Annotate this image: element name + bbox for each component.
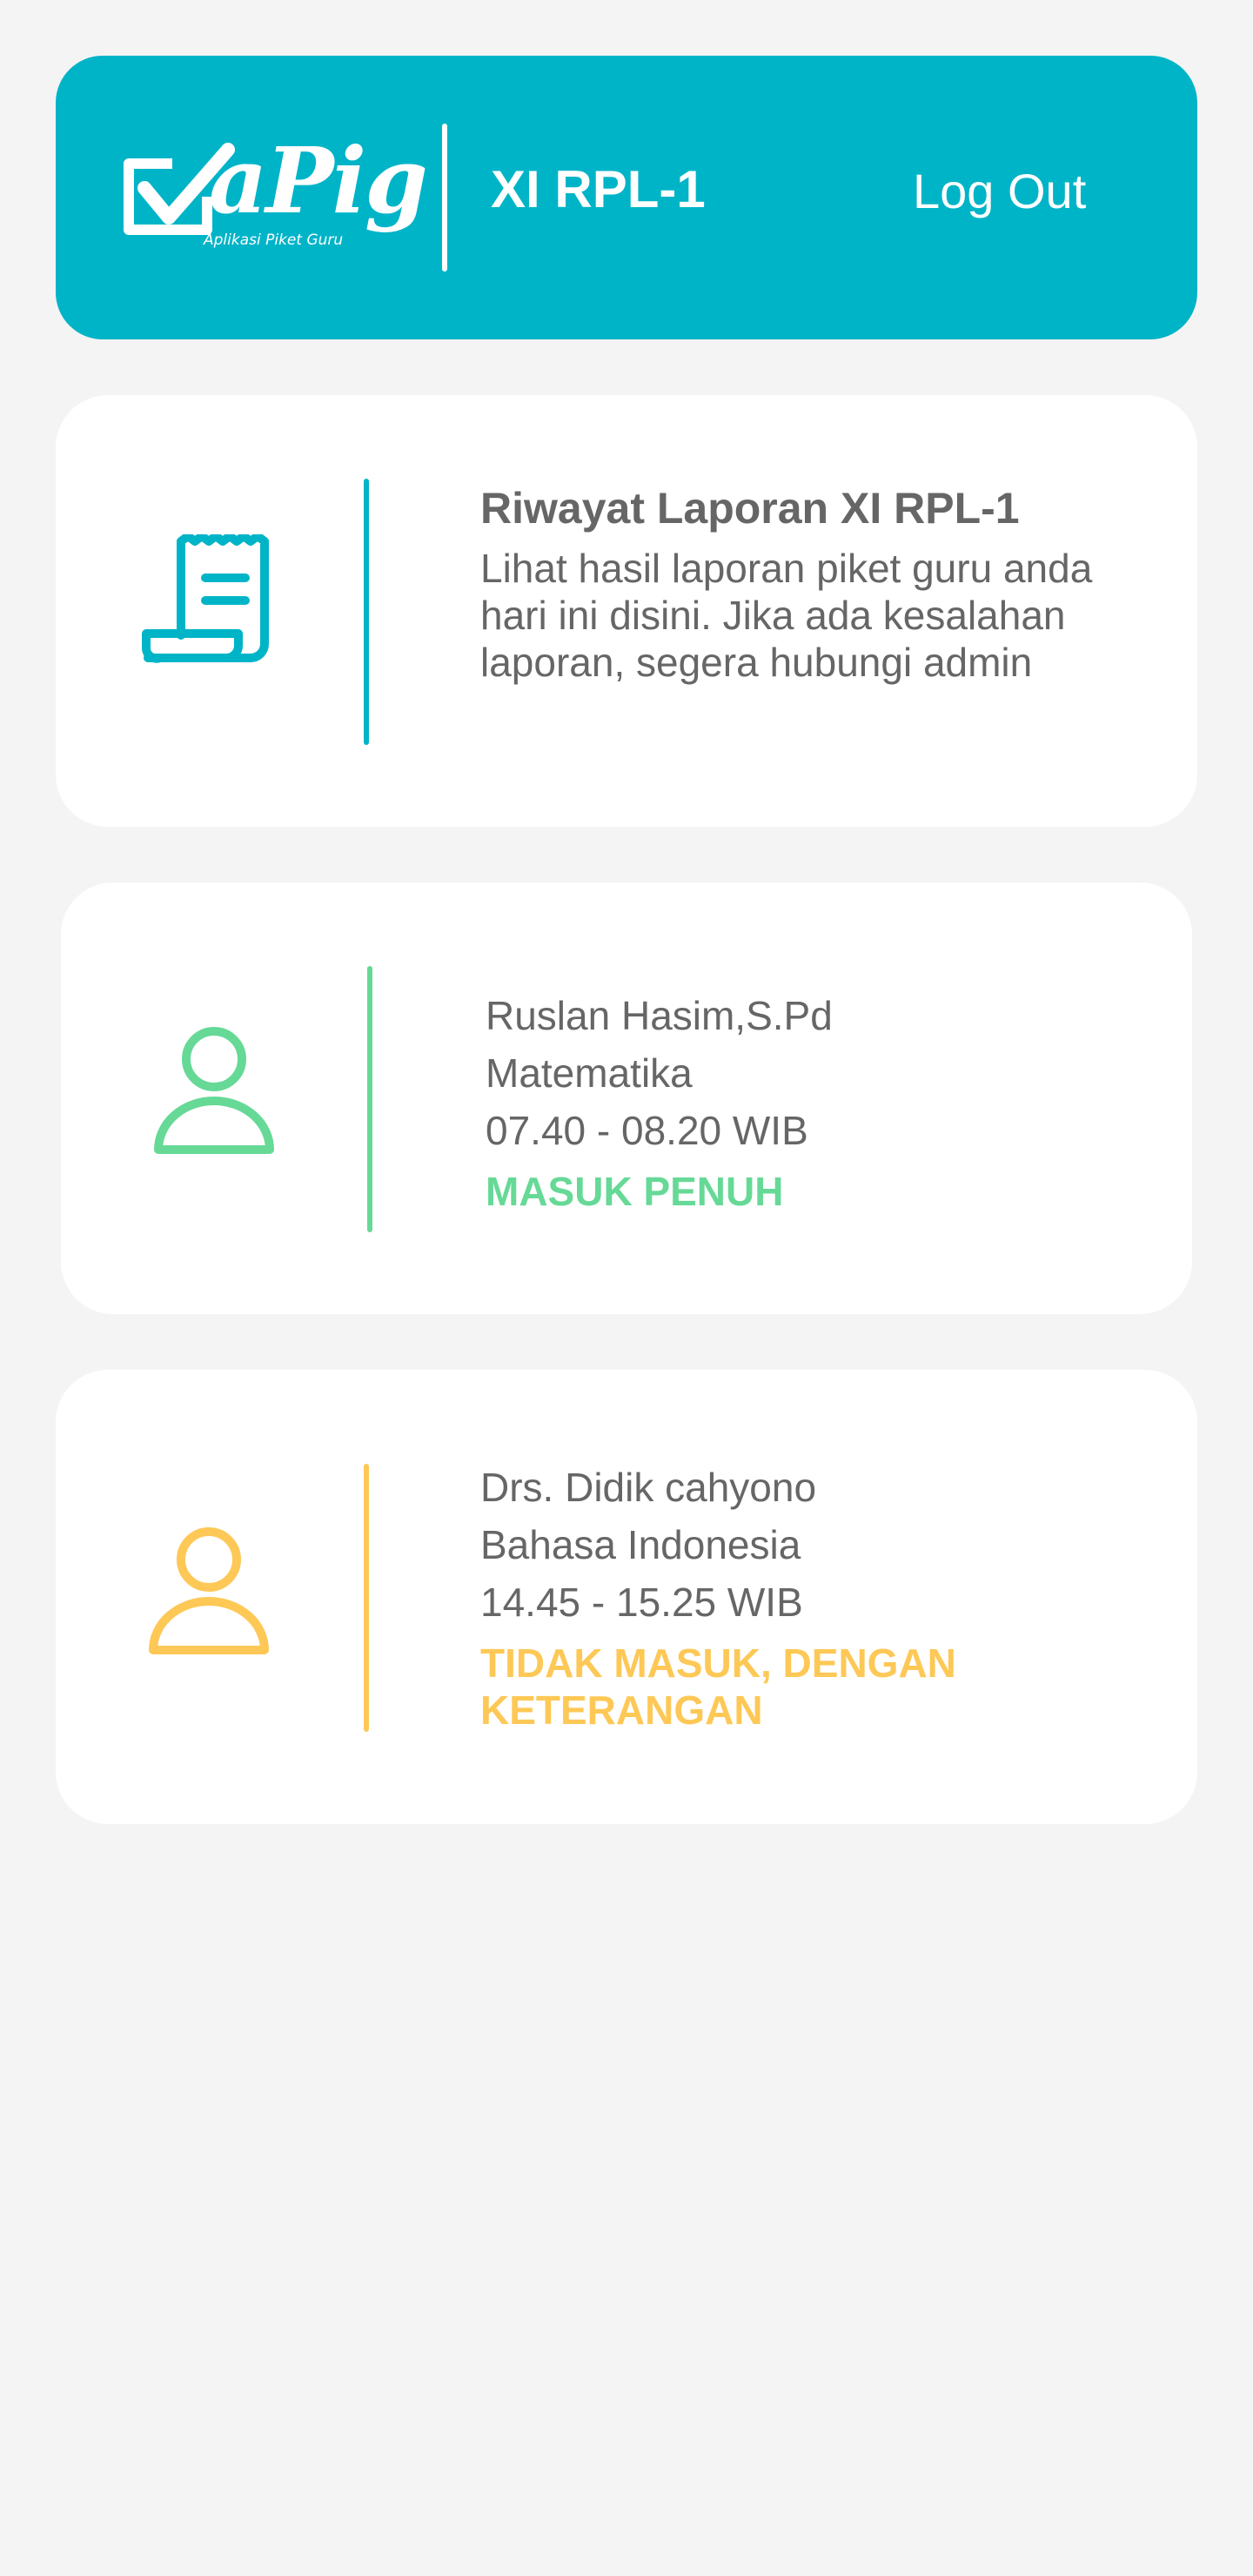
logo-wordmark: aPig (209, 127, 428, 234)
app-header: aPig Aplikasi Piket Guru XI RPL-1 Log Ou… (56, 56, 1197, 339)
card-divider (367, 966, 372, 1232)
teacher-card[interactable]: Drs. Didik cahyono Bahasa Indonesia 14.4… (56, 1370, 1197, 1824)
logo-subtitle: Aplikasi Piket Guru (204, 231, 344, 249)
teacher-subject: Bahasa Indonesia (480, 1522, 801, 1567)
logout-button[interactable]: Log Out (913, 167, 1086, 216)
teacher-info: Ruslan Hasim,S.Pd Matematika 07.40 - 08.… (486, 987, 1147, 1215)
teacher-time: 14.45 - 15.25 WIB (480, 1580, 803, 1625)
class-title: XI RPL-1 (491, 160, 706, 218)
header-divider (442, 124, 447, 272)
report-description: Lihat hasil laporan piket guru anda hari… (480, 546, 1093, 685)
attendance-status: TIDAK MASUK, DENGAN KETERANGAN (480, 1640, 956, 1733)
report-title: Riwayat Laporan XI RPL-1 (480, 484, 1020, 533)
teacher-info: Drs. Didik cahyono Bahasa Indonesia 14.4… (480, 1459, 1107, 1734)
receipt-scroll-icon (142, 534, 269, 663)
report-text: Riwayat Laporan XI RPL-1 Lihat hasil lap… (480, 482, 1107, 686)
teacher-name: Drs. Didik cahyono (480, 1465, 817, 1510)
user-icon (149, 1527, 269, 1654)
app-logo: aPig Aplikasi Piket Guru (122, 136, 428, 256)
teacher-name: Ruslan Hasim,S.Pd (486, 993, 833, 1038)
card-divider (364, 1464, 369, 1732)
teacher-card[interactable]: Ruslan Hasim,S.Pd Matematika 07.40 - 08.… (61, 882, 1192, 1314)
user-icon (154, 1027, 274, 1154)
card-divider (364, 479, 369, 745)
attendance-status: MASUK PENUH (486, 1169, 784, 1214)
report-history-card[interactable]: Riwayat Laporan XI RPL-1 Lihat hasil lap… (56, 395, 1197, 827)
teacher-time: 07.40 - 08.20 WIB (486, 1108, 808, 1153)
teacher-subject: Matematika (486, 1050, 693, 1096)
